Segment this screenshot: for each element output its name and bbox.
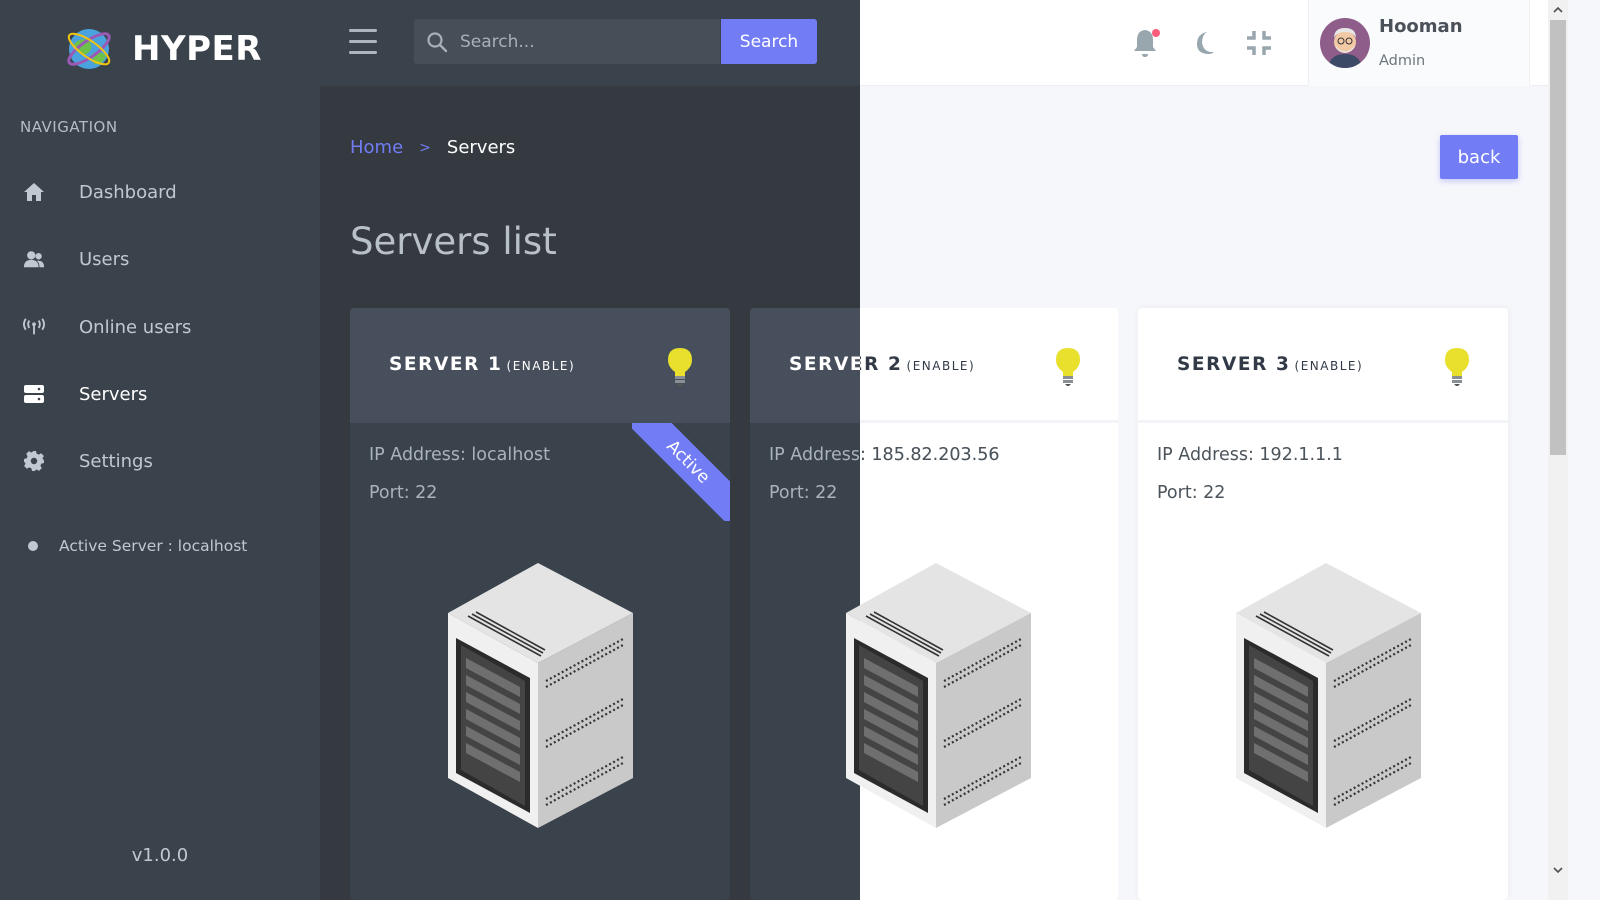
brand-name: HYPER [132,29,262,69]
page-edge [1568,0,1600,900]
sidebar-item-label: Servers [79,383,148,405]
server-port: Port: 22 [1157,483,1226,503]
scroll-up-arrow-icon[interactable] [1552,4,1564,16]
sidebar-item-label: Dashboard [79,181,177,203]
sidebar: HYPER NAVIGATION Dashboard Users Online … [0,0,320,900]
active-ribbon: Active [632,423,730,521]
page-title: Servers list [350,220,557,263]
server-rack-illustration [846,563,1031,830]
search-icon [427,32,448,53]
scrollbar-thumb[interactable] [1550,20,1566,455]
brand[interactable]: HYPER [64,24,262,74]
user-name: Hooman [1379,16,1463,37]
server-ip: IP Address: 192.1.1.1 [1157,445,1343,465]
sidebar-item-online-users[interactable]: Online users [0,302,320,352]
notifications-button[interactable] [1129,25,1163,61]
server-ip: IP Address: localhost [369,445,550,465]
notification-dot [1152,29,1160,37]
server-status: (ENABLE) [506,359,576,373]
server-icon [23,383,45,405]
nav-heading: NAVIGATION [20,118,118,136]
theme-toggle-button[interactable] [1186,25,1220,61]
globe-logo-icon [67,29,111,69]
server-card-header: SERVER 1 (ENABLE) [350,308,730,423]
server-port: Port: 22 [769,483,838,503]
hamburger-line [349,40,377,43]
server-status: (ENABLE) [1294,359,1364,373]
moon-icon [1197,32,1214,54]
compress-icon [1247,31,1271,55]
user-menu[interactable]: Hooman Admin [1308,0,1530,86]
server-name: SERVER 1 [389,354,503,375]
active-server-indicator: Active Server : localhost [28,537,247,555]
server-card-1[interactable]: SERVER 1 (ENABLE) IP Address: localhost P… [350,308,730,900]
fullscreen-exit-button[interactable] [1242,25,1276,61]
breadcrumb-separator: > [419,139,431,156]
server-card-3[interactable]: SERVER 3 (ENABLE) IP Address: 192.1.1.1 P… [1138,308,1508,900]
avatar [1320,18,1370,68]
server-card-body: IP Address: 192.1.1.1 Port: 22 [1138,423,1508,900]
active-server-label: Active Server : localhost [59,537,248,555]
lightbulb-icon [1056,348,1080,386]
server-name: SERVER 3 [1177,354,1291,375]
search-button[interactable]: Search [721,19,817,64]
lightbulb-icon [1445,348,1469,386]
users-icon [23,248,45,270]
server-card-title: SERVER 3 (ENABLE) [1177,354,1363,375]
hamburger-line [349,51,377,54]
user-role: Admin [1379,53,1426,69]
menu-toggle-button[interactable] [349,29,377,55]
server-card-body: IP Address: 185.82.203.56 IP Address: 185… [750,423,1118,900]
server-rack-illustration [1236,563,1421,830]
sidebar-item-servers[interactable]: Servers [0,369,320,419]
sidebar-item-label: Online users [79,316,192,338]
lightbulb-icon [668,348,692,386]
sidebar-item-label: Settings [79,450,153,472]
sidebar-item-dashboard[interactable]: Dashboard [0,167,320,217]
sidebar-item-settings[interactable]: Settings [0,436,320,486]
server-rack-illustration [448,563,633,830]
sidebar-item-users[interactable]: Users [0,234,320,284]
bell-icon [1134,29,1160,57]
gear-icon [23,450,45,472]
server-card-header: SERVER 3 (ENABLE) [1138,308,1508,423]
home-icon [23,181,45,203]
active-ribbon-label: Active [632,423,730,521]
server-card-title: SERVER 1 (ENABLE) [389,354,575,375]
search-input[interactable] [460,19,715,64]
vertical-scrollbar[interactable] [1548,0,1568,900]
server-port: Port: 22 [369,483,438,503]
hamburger-icon [349,29,377,32]
breadcrumb-home-link[interactable]: Home [350,137,403,158]
version-label: v1.0.0 [131,845,189,866]
breadcrumb-current: Servers [446,137,516,158]
status-dot-icon [28,541,38,551]
server-card-2[interactable]: SERVER 2(ENABLE) SERVER 2(ENABLE) IP Add… [750,308,1118,900]
back-button[interactable]: back [1440,135,1518,179]
server-status: (ENABLE) [906,359,976,373]
broadcast-icon [23,316,45,338]
scroll-down-arrow-icon[interactable] [1552,864,1564,876]
breadcrumb: Home > Servers [350,137,515,158]
sidebar-item-label: Users [79,248,130,270]
search-box [414,19,720,64]
